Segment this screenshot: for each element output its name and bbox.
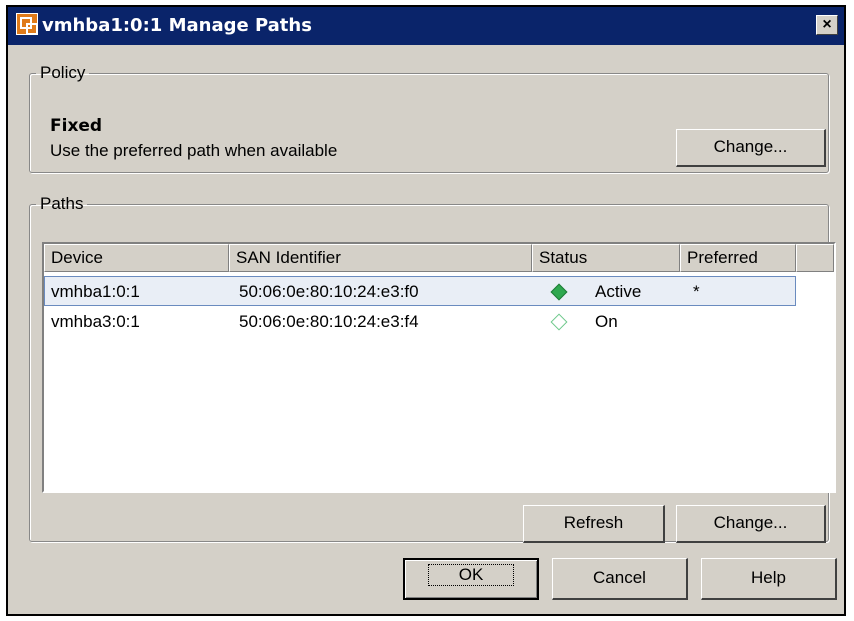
column-header-device[interactable]: Device <box>44 244 229 272</box>
status-cell: Active <box>595 282 642 301</box>
title-bar[interactable]: vmhba1:0:1 Manage Paths × <box>8 7 844 45</box>
policy-name: Fixed <box>50 116 103 136</box>
paths-legend: Paths <box>40 194 84 213</box>
paths-change-button[interactable]: Change... <box>676 505 826 543</box>
table-row[interactable]: vmhba3:0:1 50:06:0e:80:10:24:e3:f4 On <box>44 307 796 337</box>
san-identifier-cell: 50:06:0e:80:10:24:e3:f4 <box>239 312 419 331</box>
paths-group: Paths Device SAN Identifier Status Prefe… <box>29 194 836 543</box>
cancel-button[interactable]: Cancel <box>552 558 688 600</box>
refresh-button[interactable]: Refresh <box>523 505 665 543</box>
table-row[interactable]: vmhba1:0:1 50:06:0e:80:10:24:e3:f0 Activ… <box>44 276 796 306</box>
preferred-cell: * <box>693 282 700 301</box>
ok-button-label: OK <box>427 564 515 586</box>
policy-legend: Policy <box>40 63 86 82</box>
column-header-san-identifier[interactable]: SAN Identifier <box>229 244 532 272</box>
ok-button[interactable]: OK <box>403 558 539 600</box>
active-diamond-icon <box>550 283 568 301</box>
policy-change-button[interactable]: Change... <box>676 129 826 167</box>
paths-list-header: Device SAN Identifier Status Preferred <box>44 244 834 272</box>
column-header-status[interactable]: Status <box>532 244 680 272</box>
help-button[interactable]: Help <box>701 558 837 600</box>
column-header-preferred[interactable]: Preferred <box>680 244 796 272</box>
device-cell: vmhba3:0:1 <box>51 312 140 331</box>
status-cell: On <box>595 312 618 331</box>
close-button[interactable]: × <box>816 15 838 35</box>
column-header-filler <box>796 244 834 272</box>
policy-group: Policy Fixed Use the preferred path when… <box>29 63 829 173</box>
policy-description: Use the preferred path when available <box>50 141 338 160</box>
san-identifier-cell: 50:06:0e:80:10:24:e3:f0 <box>239 282 419 301</box>
vmware-app-icon <box>16 13 38 35</box>
paths-list[interactable]: Device SAN Identifier Status Preferred v… <box>42 242 836 493</box>
manage-paths-dialog: vmhba1:0:1 Manage Paths × Policy Fixed U… <box>6 5 846 616</box>
window-title: vmhba1:0:1 Manage Paths <box>42 15 312 36</box>
device-cell: vmhba1:0:1 <box>51 282 140 301</box>
on-diamond-icon <box>550 313 568 331</box>
